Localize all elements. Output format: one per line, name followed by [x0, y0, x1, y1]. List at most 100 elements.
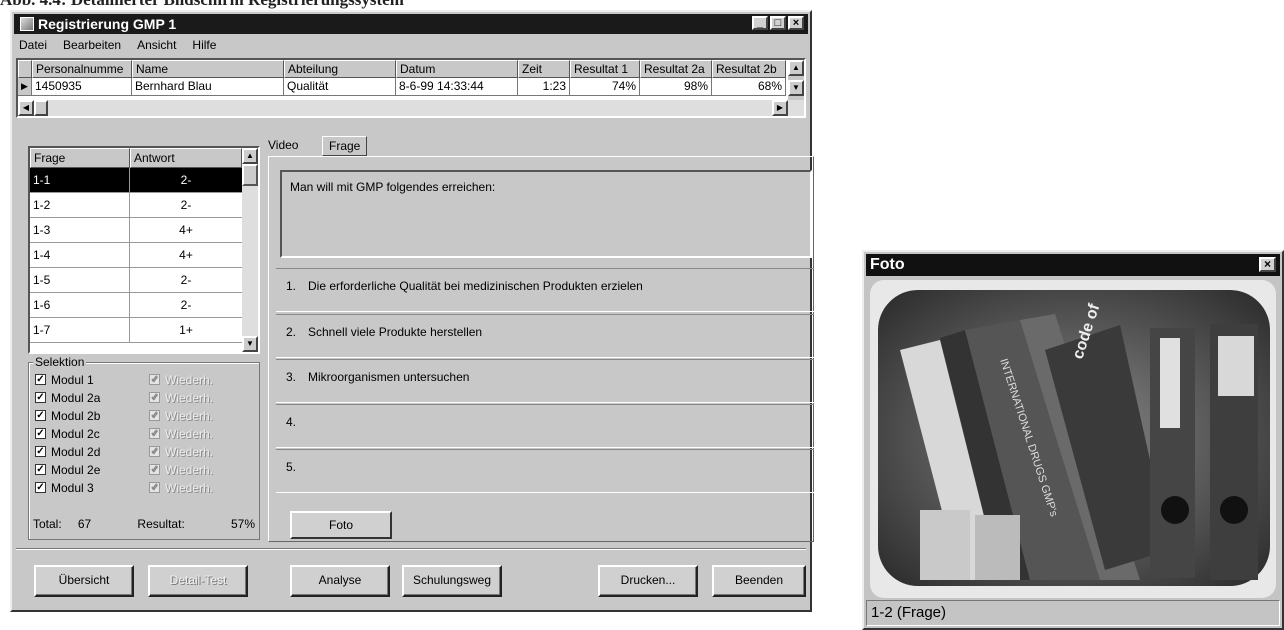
scroll-left-icon[interactable]: ◀ [18, 100, 34, 116]
close-button[interactable]: × [788, 16, 804, 30]
answer-option[interactable]: 3. Mikroorganismen untersuchen [276, 359, 814, 403]
module-checkbox[interactable]: ✓ Modul 2e [35, 461, 100, 478]
answer-option[interactable]: 1. Die erforderliche Qualität bei medizin… [276, 268, 814, 312]
question-list-scrollbar[interactable]: ▲ ▼ [242, 148, 258, 352]
repeat-label: Wiederh. [165, 426, 214, 441]
repeat-checkbox[interactable]: ✓ Wiederh. [149, 425, 213, 442]
checkbox-checked-icon[interactable]: ✓ [35, 374, 46, 385]
menu-ansicht[interactable]: Ansicht [134, 38, 179, 56]
total-label: Total: [33, 517, 62, 531]
exit-button[interactable]: Beenden [712, 565, 806, 597]
menu-datei[interactable]: Datei [16, 38, 50, 56]
checkbox-checked-icon[interactable]: ✓ [35, 464, 46, 475]
cell-personalnummer[interactable]: 1450935 [32, 78, 132, 96]
repeat-label: Wiederh. [165, 372, 214, 387]
scroll-thumb[interactable] [34, 100, 48, 116]
answer-option[interactable]: 5. [276, 449, 814, 493]
question-row[interactable]: 1-1 2- [30, 168, 258, 193]
answer-number: 2. [286, 325, 297, 339]
tab-frage[interactable]: Frage [322, 136, 368, 156]
question-row[interactable]: 1-5 2- [30, 268, 258, 293]
answer-number: 4. [286, 415, 297, 429]
scroll-up-icon[interactable]: ▲ [788, 60, 804, 76]
question-list[interactable]: Frage Antwort 1-1 2- 1-2 2- 1-3 4+ 1-4 4+ 1-5 2- 1… [28, 146, 260, 354]
answer-option[interactable]: 2. Schnell viele Produkte herstellen [276, 314, 814, 358]
module-checkbox[interactable]: ✓ Modul 2b [35, 407, 100, 424]
repeat-label: Wiederh. [165, 462, 214, 477]
detail-test-button[interactable]: Detail-Test [148, 565, 248, 597]
checkbox-checked-icon[interactable]: ✓ [35, 392, 46, 403]
question-row[interactable]: 1-7 1+ [30, 318, 258, 343]
minimize-button[interactable]: _ [752, 16, 768, 30]
answer-code: 2- [180, 198, 192, 212]
column-header[interactable]: Personalnumme [32, 60, 132, 78]
repeat-checkbox[interactable]: ✓ Wiederh. [149, 461, 213, 478]
scroll-down-icon[interactable]: ▼ [242, 336, 258, 352]
column-header[interactable]: Resultat 2a [640, 60, 712, 78]
foto-button[interactable]: Foto [290, 511, 392, 539]
overview-button[interactable]: Übersicht [34, 565, 134, 597]
column-header-antwort[interactable]: Antwort [130, 148, 242, 168]
menu-bearbeiten[interactable]: Bearbeiten [60, 38, 124, 56]
scroll-up-icon[interactable]: ▲ [242, 148, 258, 164]
question-row[interactable]: 1-3 4+ [30, 218, 258, 243]
module-checkbox[interactable]: ✓ Modul 1 [35, 371, 94, 388]
module-checkbox[interactable]: ✓ Modul 3 [35, 479, 94, 496]
module-label: Modul 2e [51, 462, 101, 477]
column-header[interactable]: Resultat 1 [570, 60, 640, 78]
table-row[interactable]: ▶ 1450935 Bernhard Blau Qualität 8-6-99 … [18, 78, 786, 96]
repeat-checkbox[interactable]: ✓ Wiederh. [149, 389, 213, 406]
question-row[interactable]: 1-2 2- [30, 193, 258, 218]
registration-window: Registrierung GMP 1 _ □ × Datei Bearbeit… [10, 10, 814, 612]
module-checkbox[interactable]: ✓ Modul 2c [35, 425, 100, 442]
repeat-label: Wiederh. [165, 390, 214, 405]
registration-grid[interactable]: Personalnumme Name Abteilung Datum Zeit … [16, 58, 806, 118]
question-id: 1-2 [30, 193, 130, 217]
column-header[interactable]: Name [132, 60, 284, 78]
module-checkbox[interactable]: ✓ Modul 2a [35, 389, 100, 406]
repeat-checkbox[interactable]: ✓ Wiederh. [149, 407, 213, 424]
cell-resultat-2b[interactable]: 68% [712, 78, 786, 96]
analysis-button[interactable]: Analyse [290, 565, 390, 597]
scroll-down-icon[interactable]: ▼ [788, 80, 804, 96]
grid-header: Personalnumme Name Abteilung Datum Zeit … [18, 60, 786, 78]
tab-video[interactable]: Video [268, 138, 298, 152]
module-checkbox[interactable]: ✓ Modul 2d [35, 443, 100, 460]
foto-title-bar[interactable]: Foto × [866, 254, 1280, 276]
title-bar[interactable]: Registrierung GMP 1 _ □ × [14, 14, 808, 34]
column-header[interactable]: Resultat 2b [712, 60, 786, 78]
question-row[interactable]: 1-4 4+ [30, 243, 258, 268]
cell-zeit[interactable]: 1:23 [518, 78, 570, 96]
scroll-thumb[interactable] [242, 164, 258, 186]
cell-resultat-1[interactable]: 74% [570, 78, 640, 96]
grid-horizontal-scrollbar[interactable]: ◀ ▶ [18, 100, 804, 116]
print-button[interactable]: Drucken... [598, 565, 698, 597]
maximize-button[interactable]: □ [770, 16, 786, 30]
column-header-frage[interactable]: Frage [30, 148, 130, 168]
question-id: 1-1 [30, 168, 130, 192]
foto-close-button[interactable]: × [1259, 257, 1276, 272]
cell-resultat-2a[interactable]: 98% [640, 78, 712, 96]
training-path-button[interactable]: Schulungsweg [402, 565, 502, 597]
grid-vertical-scrollbar[interactable]: ▲ ▼ [788, 60, 804, 100]
column-header[interactable]: Abteilung [284, 60, 396, 78]
repeat-checkbox[interactable]: ✓ Wiederh. [149, 443, 213, 460]
scroll-right-icon[interactable]: ▶ [772, 100, 788, 116]
cell-datum[interactable]: 8-6-99 14:33:44 [396, 78, 518, 96]
cell-abteilung[interactable]: Qualität [284, 78, 396, 96]
cell-name[interactable]: Bernhard Blau [132, 78, 284, 96]
column-header[interactable]: Zeit [518, 60, 570, 78]
repeat-checkbox[interactable]: ✓ Wiederh. [149, 371, 213, 388]
checkbox-checked-icon[interactable]: ✓ [35, 428, 46, 439]
menu-hilfe[interactable]: Hilfe [189, 38, 219, 56]
checkbox-checked-icon[interactable]: ✓ [35, 410, 46, 421]
repeat-checkbox[interactable]: ✓ Wiederh. [149, 479, 213, 496]
column-header[interactable]: Datum [396, 60, 518, 78]
result-value: 57% [230, 517, 255, 531]
foto-status-bar: 1-2 (Frage) [866, 600, 1280, 626]
question-row[interactable]: 1-6 2- [30, 293, 258, 318]
checkbox-checked-icon[interactable]: ✓ [35, 446, 46, 457]
answer-option[interactable]: 4. [276, 404, 814, 448]
checkbox-checked-icon[interactable]: ✓ [35, 482, 46, 493]
answer-code: 4+ [179, 223, 193, 237]
